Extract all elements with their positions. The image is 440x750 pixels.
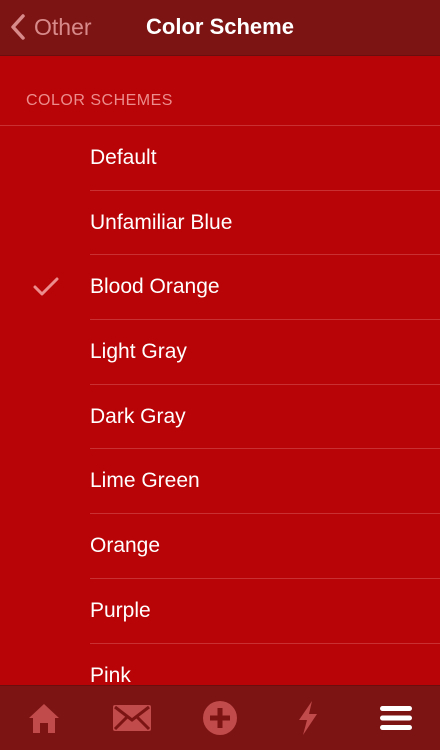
screen: Other Color Scheme COLOR SCHEMES Default… — [0, 0, 440, 750]
page-title: Color Scheme — [146, 14, 294, 39]
list-item-unfamiliar-blue[interactable]: Unfamiliar Blue — [0, 191, 440, 256]
list-item-label: Unfamiliar Blue — [90, 210, 233, 234]
list-item-label: Purple — [90, 598, 151, 622]
list-item-orange[interactable]: Orange — [0, 514, 440, 579]
checkmark-icon — [32, 276, 60, 298]
list-item-label: Orange — [90, 534, 161, 558]
list-item-dark-gray[interactable]: Dark Gray — [0, 385, 440, 450]
list-item-pink[interactable]: Pink — [0, 644, 440, 686]
color-scheme-list: Default Unfamiliar Blue Blood Orange Lig… — [0, 126, 440, 685]
list-item-label: Pink — [90, 663, 131, 686]
list-item-default[interactable]: Default — [0, 126, 440, 191]
section-header: COLOR SCHEMES — [26, 92, 173, 109]
tab-activity[interactable] — [264, 686, 352, 750]
list-item-lime-green[interactable]: Lime Green — [0, 449, 440, 515]
list-item-purple[interactable]: Purple — [0, 579, 440, 644]
list-item-label: Default — [90, 146, 157, 169]
tab-home[interactable] — [0, 686, 88, 750]
tab-bar — [0, 685, 440, 750]
list-item-label: Blood Orange — [90, 275, 220, 299]
settings-content[interactable]: COLOR SCHEMES Default Unfamiliar Blue Bl… — [0, 56, 440, 685]
lightning-icon — [295, 700, 321, 736]
plus-circle-icon — [202, 700, 238, 736]
list-item-label: Lime Green — [90, 469, 200, 493]
tab-mail[interactable] — [88, 686, 176, 750]
navigation-bar: Other Color Scheme — [0, 0, 440, 56]
list-item-blood-orange[interactable]: Blood Orange — [0, 255, 440, 321]
home-icon — [26, 701, 62, 735]
tab-compose[interactable] — [176, 686, 264, 750]
list-item-label: Dark Gray — [90, 404, 186, 428]
mail-icon — [112, 703, 152, 733]
tab-menu[interactable] — [352, 686, 440, 750]
list-item-light-gray[interactable]: Light Gray — [0, 320, 440, 385]
menu-icon — [379, 704, 413, 732]
list-item-label: Light Gray — [90, 340, 187, 364]
